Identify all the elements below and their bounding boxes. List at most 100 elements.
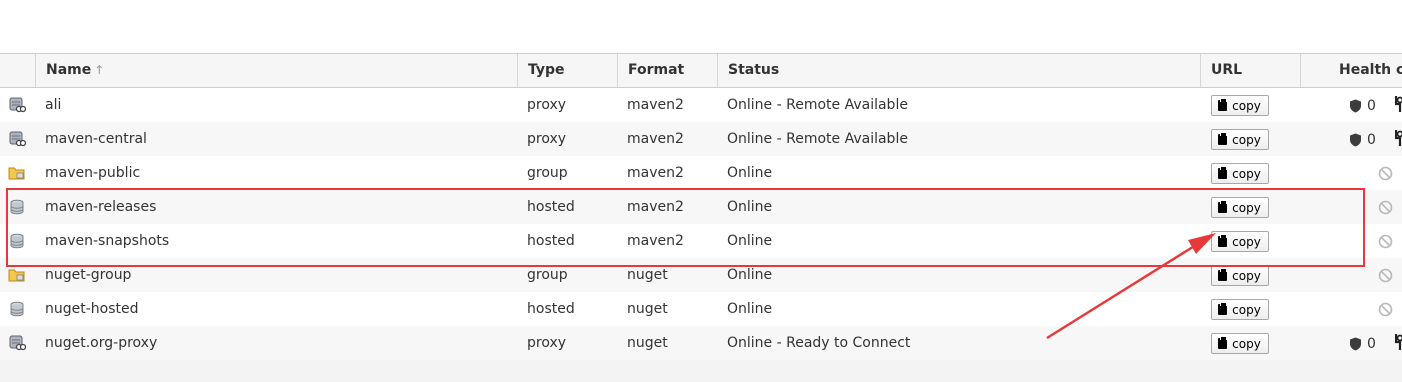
table-row[interactable]: maven-public group maven2 Online copy — [0, 156, 1402, 190]
repository-type: hosted — [527, 199, 575, 215]
repository-name[interactable]: maven-snapshots — [35, 224, 517, 258]
health-check-unavailable-icon — [1378, 166, 1393, 185]
repository-format: nuget — [627, 301, 668, 317]
column-header-status-label: Status — [728, 62, 780, 78]
repository-type: group — [527, 165, 568, 181]
table-row[interactable]: nuget.org-proxy proxy nuget Online - Ready … — [0, 326, 1402, 360]
repository-format: maven2 — [627, 233, 684, 249]
copy-button-label: copy — [1232, 201, 1261, 215]
sort-ascending-icon: ↑ — [94, 63, 105, 77]
repository-type: proxy — [527, 335, 567, 351]
repository-type: proxy — [527, 131, 567, 147]
repository-name[interactable]: maven-public — [35, 156, 517, 190]
repository-name[interactable]: maven-central — [35, 122, 517, 156]
top-blank-area — [0, 0, 1402, 53]
clipboard-icon — [1218, 234, 1227, 247]
repository-status: Online - Remote Available — [727, 131, 908, 147]
column-header-url[interactable]: URL — [1200, 54, 1300, 87]
health-analysis-icon[interactable] — [1394, 95, 1402, 117]
copy-url-button[interactable]: copy — [1211, 265, 1269, 286]
column-header-status[interactable]: Status — [717, 54, 1200, 87]
clipboard-icon — [1218, 268, 1227, 281]
column-header-format[interactable]: Format — [617, 54, 717, 87]
copy-button-label: copy — [1232, 269, 1261, 283]
column-header-format-label: Format — [628, 62, 685, 78]
shield-icon — [1349, 336, 1362, 352]
repository-status: Online — [727, 165, 773, 181]
repository-status: Online — [727, 267, 773, 283]
repository-name[interactable]: nuget-group — [35, 258, 517, 292]
health-check-count: 0 — [1367, 336, 1376, 352]
repository-format: nuget — [627, 267, 668, 283]
repository-name[interactable]: maven-releases — [35, 190, 517, 224]
health-check-count: 0 — [1367, 98, 1376, 114]
copy-url-button[interactable]: copy — [1211, 231, 1269, 252]
repository-format: maven2 — [627, 97, 684, 113]
proxy-repository-icon — [8, 335, 27, 351]
repository-status: Online — [727, 301, 773, 317]
copy-button-label: copy — [1232, 235, 1261, 249]
hosted-repository-icon — [8, 233, 26, 249]
repository-format: maven2 — [627, 131, 684, 147]
copy-url-button[interactable]: copy — [1211, 299, 1269, 320]
clipboard-icon — [1218, 200, 1227, 213]
clipboard-icon — [1218, 132, 1227, 145]
health-check-count: 0 — [1367, 132, 1376, 148]
copy-button-label: copy — [1232, 337, 1261, 351]
table-row[interactable]: maven-central proxy maven2 Online - Remote … — [0, 122, 1402, 156]
copy-button-label: copy — [1232, 99, 1261, 113]
repository-status: Online — [727, 233, 773, 249]
column-header-url-label: URL — [1211, 62, 1243, 78]
repository-type: hosted — [527, 233, 575, 249]
column-header-type[interactable]: Type — [517, 54, 617, 87]
column-header-name-label: Name — [46, 62, 92, 78]
column-header-health-check[interactable]: Health ch — [1300, 54, 1402, 87]
health-check-indicator[interactable]: 0 — [1349, 96, 1376, 116]
copy-button-label: copy — [1232, 167, 1261, 181]
column-header-type-label: Type — [528, 62, 565, 78]
health-check-indicator[interactable]: 0 — [1349, 334, 1376, 354]
proxy-repository-icon — [8, 131, 27, 147]
health-check-unavailable-icon — [1378, 302, 1393, 321]
table-header: Name↑ Type Format Status URL Health ch — [0, 53, 1402, 88]
table-row[interactable]: maven-snapshots hosted maven2 Online copy — [0, 224, 1402, 258]
proxy-repository-icon — [8, 97, 27, 113]
hosted-repository-icon — [8, 301, 26, 317]
repository-status: Online — [727, 199, 773, 215]
repositories-table: Name↑ Type Format Status URL Health ch a… — [0, 53, 1402, 360]
copy-url-button[interactable]: copy — [1211, 163, 1269, 184]
shield-icon — [1349, 132, 1362, 148]
health-analysis-icon[interactable] — [1394, 129, 1402, 151]
copy-button-label: copy — [1232, 303, 1261, 317]
clipboard-icon — [1218, 98, 1227, 111]
column-header-health-check-label: Health ch — [1339, 62, 1402, 78]
repository-name[interactable]: nuget-hosted — [35, 292, 517, 326]
column-header-icon — [0, 54, 35, 87]
repository-name[interactable]: ali — [35, 88, 517, 122]
repository-format: maven2 — [627, 165, 684, 181]
repository-status: Online - Remote Available — [727, 97, 908, 113]
group-repository-icon — [8, 165, 26, 181]
column-header-name[interactable]: Name ↑ — [35, 54, 517, 87]
clipboard-icon — [1218, 166, 1227, 179]
clipboard-icon — [1218, 302, 1227, 315]
copy-url-button[interactable]: copy — [1211, 333, 1269, 354]
table-row[interactable]: maven-releases hosted maven2 Online copy — [0, 190, 1402, 224]
repository-status: Online - Ready to Connect — [727, 335, 911, 351]
health-analysis-icon[interactable] — [1394, 333, 1402, 355]
table-body: ali proxy maven2 Online - Remote Available c… — [0, 88, 1402, 360]
health-check-unavailable-icon — [1378, 268, 1393, 287]
copy-url-button[interactable]: copy — [1211, 95, 1269, 116]
table-row[interactable]: ali proxy maven2 Online - Remote Available c… — [0, 88, 1402, 122]
copy-button-label: copy — [1232, 133, 1261, 147]
table-row[interactable]: nuget-hosted hosted nuget Online copy — [0, 292, 1402, 326]
copy-url-button[interactable]: copy — [1211, 129, 1269, 150]
repository-format: maven2 — [627, 199, 684, 215]
copy-url-button[interactable]: copy — [1211, 197, 1269, 218]
table-row[interactable]: nuget-group group nuget Online copy — [0, 258, 1402, 292]
clipboard-icon — [1218, 336, 1227, 349]
repository-name[interactable]: nuget.org-proxy — [35, 326, 517, 360]
shield-icon — [1349, 98, 1362, 114]
health-check-indicator[interactable]: 0 — [1349, 130, 1376, 150]
health-check-unavailable-icon — [1378, 234, 1393, 253]
